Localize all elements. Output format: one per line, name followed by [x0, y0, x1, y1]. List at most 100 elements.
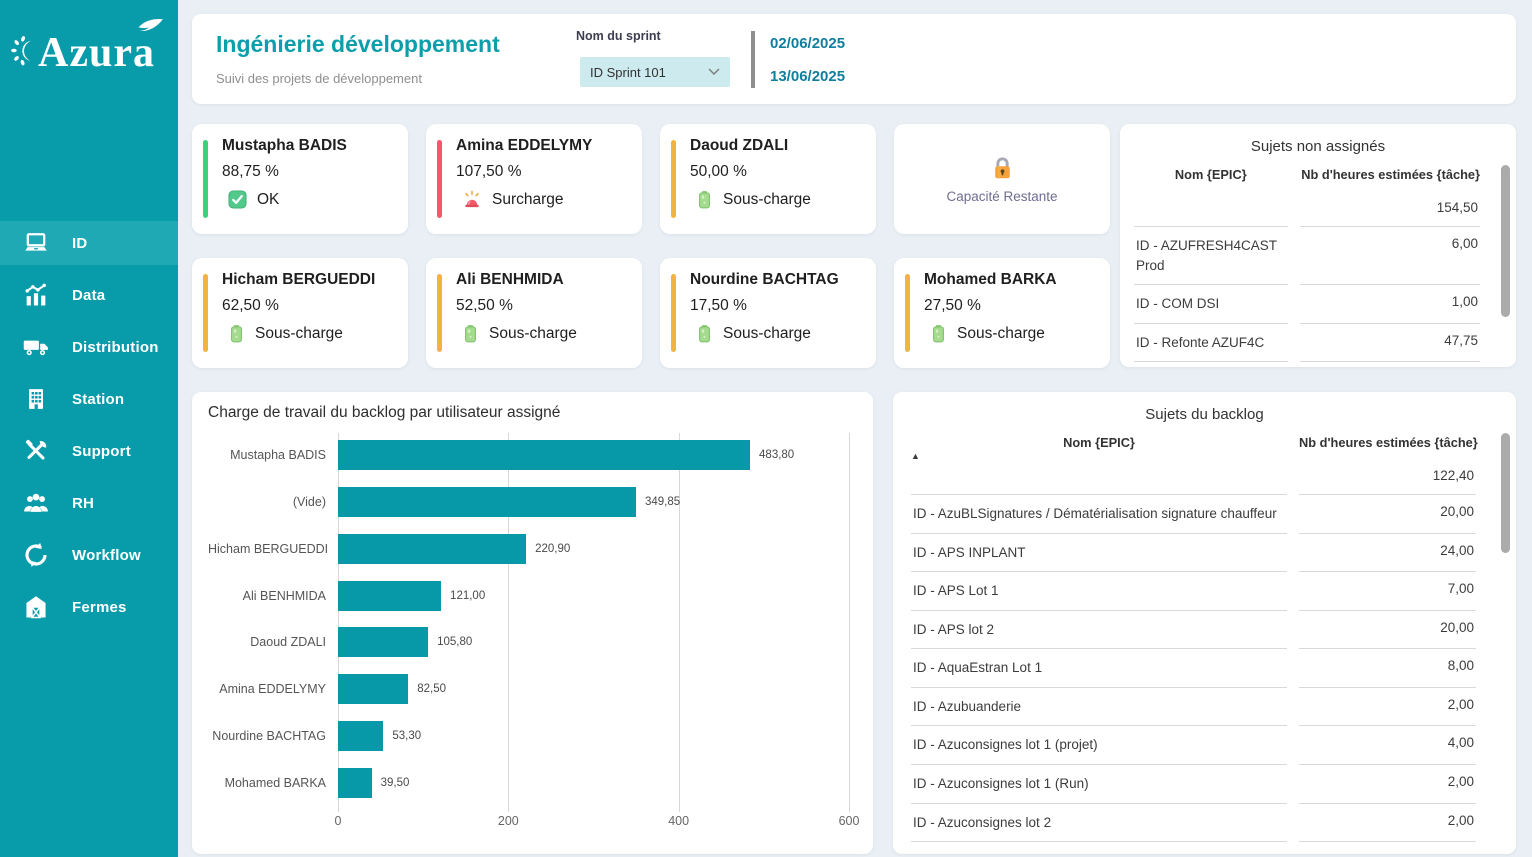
table-row[interactable]: ID - Refonte AZUF4C47,75 [1134, 324, 1480, 363]
status-accent-bar [203, 274, 208, 352]
table-row[interactable]: ID - AzuBLSignatures / Dématérialisation… [911, 495, 1476, 534]
kpi-percent-value: 88,75 % [222, 163, 408, 181]
bar-chart-icon [20, 281, 52, 309]
kpi-status-label: OK [257, 191, 279, 209]
status-accent-bar [671, 274, 676, 352]
chevron-down-icon [708, 63, 720, 81]
table-total-row: 154,50 [1134, 188, 1480, 227]
chart-value-label: 349,85 [645, 496, 680, 508]
table-row[interactable]: ID - Azuconsignes lot 1 (Run)2,00 [911, 765, 1476, 804]
table-row[interactable]: ID - AquaEstran Lot 18,00 [911, 649, 1476, 688]
main-area: Ingénierie développement Suivi des proje… [178, 0, 1532, 857]
chart-bar[interactable] [338, 440, 750, 470]
date-divider [751, 31, 755, 88]
kpi-person-name: Daoud ZDALI [690, 137, 868, 155]
total-name-cell [1134, 188, 1288, 227]
chart-bar[interactable] [338, 674, 408, 704]
sidebar-item-support[interactable]: Support [0, 429, 178, 473]
chart-category-label: Nourdine BACHTAG [208, 729, 338, 743]
column-header-hours[interactable]: Nb d'heures estimées {tâche} [1300, 159, 1480, 188]
chart-bar[interactable] [338, 721, 383, 751]
column-header-name[interactable]: Nom {EPIC} [1134, 159, 1288, 188]
epic-name-cell: ID - APS INPLANT [911, 534, 1287, 573]
table-row[interactable]: ID - Azuconsignes lot 22,00 [911, 804, 1476, 843]
estimated-hours-cell: 4,00 [1299, 726, 1476, 765]
estimated-hours-cell: 2,00 [1299, 804, 1476, 843]
epic-name-cell: ID - AZUFRESH4CAST Prod [1134, 227, 1288, 285]
estimated-hours-cell: 8,00 [1299, 649, 1476, 688]
sidebar-item-rh[interactable]: RH [0, 481, 178, 525]
status-accent-bar [671, 140, 676, 218]
kpi-status: Surcharge [462, 190, 642, 210]
unassigned-scrollbar[interactable] [1501, 165, 1510, 317]
table-row[interactable]: ID - APS lot 220,00 [911, 611, 1476, 650]
backlog-title: Sujets du backlog [893, 392, 1516, 423]
sidebar-item-workflow[interactable]: Workflow [0, 533, 178, 577]
chart-row: Amina EDDELYMY 82,50 [208, 672, 849, 706]
sidebar-item-id[interactable]: ID [0, 221, 178, 265]
sidebar-item-data[interactable]: Data [0, 273, 178, 317]
chart-x-tick: 200 [498, 814, 519, 828]
kpi-grid: Mustapha BADIS88,75 %OKAmina EDDELYMY107… [192, 124, 1110, 368]
chart-card: Charge de travail du backlog par utilisa… [192, 392, 873, 854]
sidebar-item-fermes[interactable]: Fermes [0, 585, 178, 629]
total-hours-cell: 154,50 [1300, 188, 1480, 227]
sort-ascending-icon[interactable]: ▲ [911, 451, 920, 461]
epic-name-cell: ID - AzuBLSignatures / Dématérialisation… [911, 495, 1287, 534]
chart-value-label: 121,00 [450, 590, 485, 602]
estimated-hours-cell: 20,00 [1299, 495, 1476, 534]
backlog-tbody: 122,40 ID - AzuBLSignatures / Dématérial… [911, 456, 1476, 842]
capacity-label: Capacité Restante [946, 189, 1057, 204]
chart-bar[interactable] [338, 768, 372, 798]
table-row[interactable]: ID - APS INPLANT24,00 [911, 534, 1476, 573]
sidebar-nav: ID Data Distribution Station Support RH Workfl… [0, 221, 178, 637]
column-header-name[interactable]: Nom {EPIC} [911, 427, 1287, 456]
sidebar: Azura ID Data Distribution Station Support RH… [0, 0, 178, 857]
azura-logo: Azura [10, 16, 170, 90]
table-row[interactable]: ID - COM DSI1,00 [1134, 285, 1480, 324]
sprint-filter-label: Nom du sprint [576, 29, 661, 43]
table-row[interactable]: ID - Azubuanderie2,00 [911, 688, 1476, 727]
backlog-table: Nom {EPIC} Nb d'heures estimées {tâche} … [899, 427, 1488, 842]
chart-bar[interactable] [338, 581, 441, 611]
feather-icon [134, 18, 164, 37]
kpi-person-name: Mohamed BARKA [924, 271, 1102, 289]
chart-x-tick: 600 [839, 814, 860, 828]
kpi-card-person: Hicham BERGUEDDI62,50 %Sous-charge [192, 258, 408, 368]
table-row[interactable]: ID - AZUFRESH4CAST Prod6,00 [1134, 227, 1480, 285]
chart-bar-area: 349,85 [338, 487, 849, 517]
chart-row: Mustapha BADIS483,80 [208, 438, 849, 472]
sidebar-item-label: Station [72, 391, 124, 408]
column-header-hours[interactable]: Nb d'heures estimées {tâche} [1299, 427, 1476, 456]
kpi-percent-value: 50,00 % [690, 163, 876, 181]
people-icon [20, 489, 52, 517]
estimated-hours-cell: 2,00 [1299, 765, 1476, 804]
chart-value-label: 82,50 [417, 683, 446, 695]
battery-icon [228, 324, 245, 343]
laptop-icon [20, 229, 52, 257]
chart-bar[interactable] [338, 627, 428, 657]
backlog-panel: Sujets du backlog ▲ Nom {EPIC} Nb d'heur… [893, 392, 1516, 854]
chart-bar-area: 105,80 [338, 627, 849, 657]
estimated-hours-cell: 20,00 [1299, 611, 1476, 650]
chart-x-tick: 0 [335, 814, 342, 828]
chart-value-label: 39,50 [381, 777, 410, 789]
kpi-status-label: Sous-charge [255, 325, 343, 343]
battery-icon [696, 190, 713, 209]
sidebar-item-distribution[interactable]: Distribution [0, 325, 178, 369]
sidebar-item-station[interactable]: Station [0, 377, 178, 421]
table-row[interactable]: ID - APS Lot 17,00 [911, 572, 1476, 611]
backlog-scrollbar[interactable] [1501, 433, 1510, 553]
chart-bar[interactable] [338, 534, 526, 564]
chart-category-label: Amina EDDELYMY [208, 682, 338, 696]
chart-category-label: (Vide) [208, 495, 338, 509]
chart-value-label: 53,30 [392, 730, 421, 742]
estimated-hours-cell: 1,00 [1300, 285, 1480, 324]
table-row[interactable]: ID - Azuconsignes lot 1 (projet) 4,00 [911, 726, 1476, 765]
table-header-row: Nom {EPIC} Nb d'heures estimées {tâche} [911, 427, 1476, 456]
total-hours-cell: 122,40 [1299, 456, 1476, 495]
chart-bar[interactable] [338, 487, 636, 517]
chart-row: Nourdine BACHTAG 53,30 [208, 719, 849, 753]
epic-name-cell: ID - Azuconsignes lot 1 (projet) [911, 726, 1287, 765]
sprint-dropdown[interactable]: ID Sprint 101 [580, 57, 730, 87]
